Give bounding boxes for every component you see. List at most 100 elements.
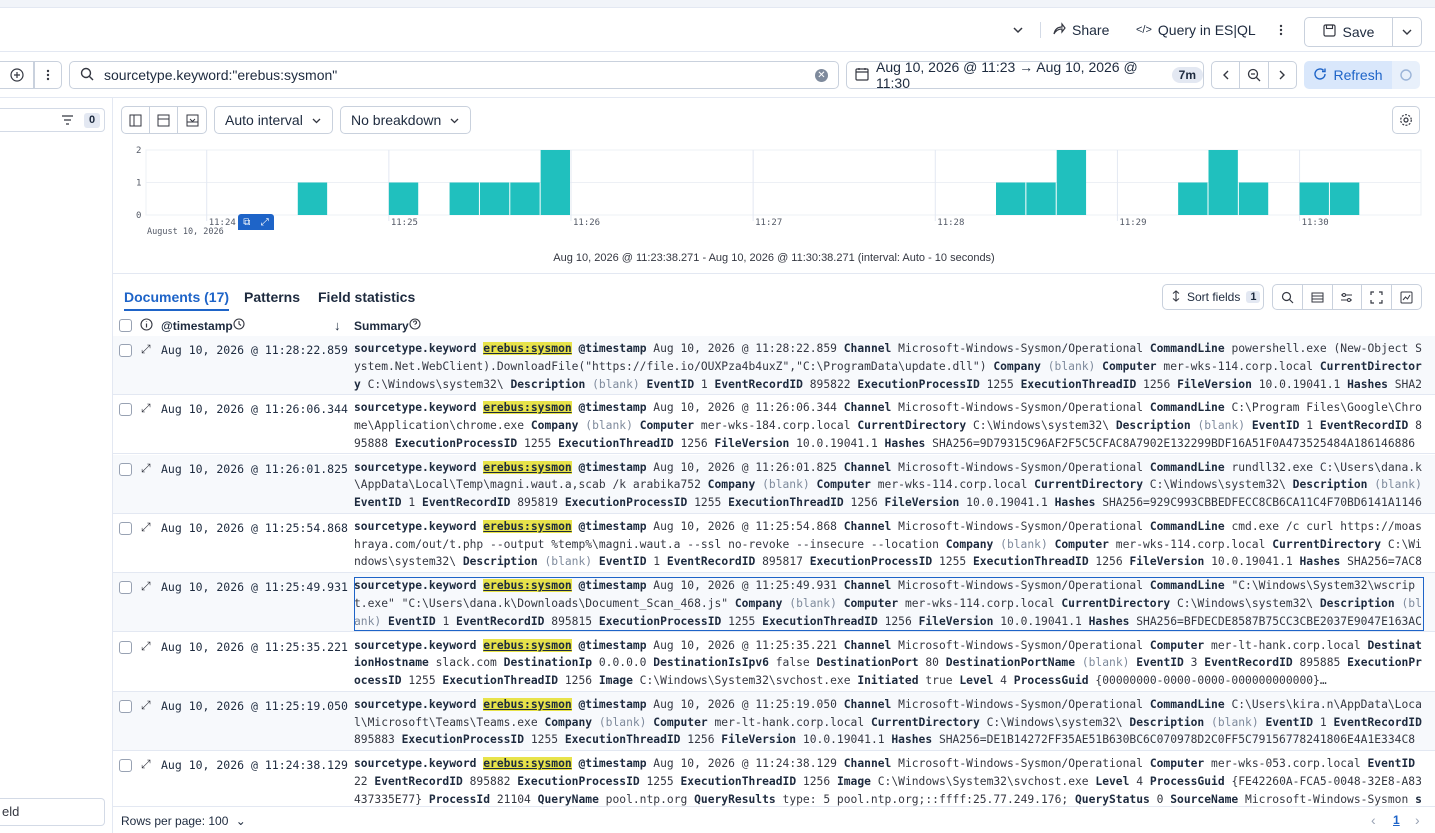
expand-icon[interactable]: ⤢ bbox=[141, 520, 151, 535]
fullscreen-icon[interactable] bbox=[1362, 285, 1393, 309]
save-options-button[interactable] bbox=[1393, 26, 1421, 38]
clear-icon[interactable]: ✕ bbox=[815, 69, 828, 82]
table-row[interactable]: ⤢ Aug 10, 2026 @ 11:26:01.825 sourcetype.k… bbox=[113, 454, 1435, 514]
copy-icon[interactable]: ⧉ bbox=[243, 217, 250, 228]
add-filter-button[interactable] bbox=[0, 61, 34, 89]
x-tick-label: 11:25 bbox=[391, 218, 418, 228]
row-checkbox[interactable] bbox=[119, 581, 132, 595]
tab-documents[interactable]: Documents (17) bbox=[124, 289, 230, 311]
row-summary[interactable]: sourcetype.keyword erebus:sysmon @timest… bbox=[354, 459, 1424, 513]
cell-actions[interactable]: ⧉ ⤢ bbox=[238, 214, 274, 230]
expand-icon[interactable]: ⤢ bbox=[141, 757, 151, 772]
layout-sidebar-icon[interactable] bbox=[122, 107, 150, 133]
row-checkbox[interactable] bbox=[119, 521, 132, 535]
histogram-bar bbox=[996, 182, 1026, 215]
histogram-bar bbox=[1208, 150, 1238, 215]
expand-cell-icon[interactable]: ⤢ bbox=[261, 217, 269, 228]
chart-layout-toolbar bbox=[121, 106, 207, 134]
interval-label: Auto interval bbox=[225, 112, 303, 128]
row-height-icon[interactable] bbox=[1303, 285, 1333, 309]
chevron-down-icon[interactable] bbox=[1011, 18, 1025, 42]
row-summary[interactable]: sourcetype.keyword erebus:sysmon @timest… bbox=[354, 637, 1424, 691]
zoom-out-button[interactable] bbox=[1240, 62, 1269, 88]
chevron-down-icon bbox=[312, 118, 321, 123]
share-label: Share bbox=[1072, 22, 1110, 38]
expand-icon[interactable]: ⤢ bbox=[141, 639, 151, 654]
share-icon bbox=[1052, 21, 1066, 39]
query-esql-button[interactable]: </> Query in ES|QL bbox=[1136, 18, 1256, 42]
row-summary[interactable]: sourcetype.keyword erebus:sysmon @timest… bbox=[354, 577, 1424, 632]
share-button[interactable]: Share bbox=[1052, 18, 1109, 42]
chart-options-button[interactable] bbox=[1392, 106, 1420, 134]
row-checkbox[interactable] bbox=[119, 640, 132, 654]
previous-time-button[interactable] bbox=[1212, 62, 1241, 88]
rows-per-page-select[interactable]: Rows per page: 100 ⌄ bbox=[121, 814, 246, 828]
select-all-checkbox[interactable] bbox=[119, 319, 132, 332]
add-to-dashboard-icon[interactable] bbox=[1392, 285, 1421, 309]
sort-fields-button[interactable]: Sort fields 1 bbox=[1162, 284, 1264, 310]
settings-sliders-icon[interactable] bbox=[1333, 285, 1363, 309]
expand-icon[interactable]: ⤢ bbox=[141, 461, 151, 476]
query-menu-button[interactable] bbox=[34, 61, 62, 89]
refresh-button[interactable]: Refresh bbox=[1304, 61, 1392, 89]
histogram-chart[interactable]: 21011:24 11:25 11:26 11:27 11:28 11:29 11:30Au… bbox=[113, 138, 1435, 288]
interval-select[interactable]: Auto interval bbox=[214, 106, 333, 134]
search-icon bbox=[80, 67, 94, 84]
table-row[interactable]: ⤢ Aug 10, 2026 @ 11:28:22.859 sourcetype.k… bbox=[113, 336, 1435, 395]
search-icon[interactable] bbox=[1273, 285, 1303, 309]
row-checkbox[interactable] bbox=[119, 462, 132, 476]
next-time-button[interactable] bbox=[1269, 62, 1296, 88]
timestamp-column-header[interactable]: @timestamp bbox=[161, 319, 233, 333]
row-checkbox[interactable] bbox=[119, 344, 132, 357]
tab-patterns[interactable]: Patterns bbox=[244, 289, 300, 305]
table-row[interactable]: ⤢ Aug 10, 2026 @ 11:26:06.344 sourcetype.k… bbox=[113, 395, 1435, 455]
date-picker[interactable]: Aug 10, 2026 @ 11:23 → Aug 10, 2026 @ 11… bbox=[846, 59, 1204, 91]
histogram-bar bbox=[449, 182, 479, 215]
row-checkbox[interactable] bbox=[119, 759, 132, 773]
summary-column-header[interactable]: Summary bbox=[354, 319, 409, 333]
histogram-bar bbox=[1026, 182, 1056, 215]
layout-bottom-icon[interactable] bbox=[178, 107, 206, 133]
row-summary[interactable]: sourcetype.keyword erebus:sysmon @timest… bbox=[354, 340, 1424, 394]
top-strip bbox=[0, 0, 1435, 8]
next-page-icon[interactable]: › bbox=[1415, 812, 1420, 828]
filter-icon bbox=[61, 114, 74, 129]
x-tick-label: 11:26 bbox=[573, 218, 600, 228]
more-options-icon[interactable] bbox=[1278, 18, 1284, 42]
row-summary[interactable]: sourcetype.keyword erebus:sysmon @timest… bbox=[354, 696, 1424, 750]
page-number[interactable]: 1 bbox=[1393, 813, 1400, 827]
x-tick-label: 11:29 bbox=[1119, 218, 1146, 228]
row-checkbox[interactable] bbox=[119, 403, 132, 417]
table-row[interactable]: ⤢ Aug 10, 2026 @ 11:24:38.129 sourcetype.k… bbox=[113, 751, 1435, 806]
row-timestamp: Aug 10, 2026 @ 11:25:19.050 bbox=[161, 698, 348, 713]
field-name-input[interactable]: eld bbox=[0, 798, 105, 826]
prev-page-icon[interactable]: ‹ bbox=[1371, 812, 1376, 828]
sort-desc-icon[interactable]: ↓ bbox=[334, 318, 341, 333]
clock-icon bbox=[233, 318, 245, 333]
row-summary[interactable]: sourcetype.keyword erebus:sysmon @timest… bbox=[354, 518, 1424, 572]
table-row[interactable]: ⤢ Aug 10, 2026 @ 11:25:19.050 sourcetype.k… bbox=[113, 691, 1435, 751]
row-summary[interactable]: sourcetype.keyword erebus:sysmon @timest… bbox=[354, 399, 1424, 453]
refresh-label: Refresh bbox=[1333, 67, 1383, 83]
row-timestamp: Aug 10, 2026 @ 11:26:01.825 bbox=[161, 461, 348, 476]
row-checkbox[interactable] bbox=[119, 699, 132, 713]
search-input[interactable]: sourcetype.keyword:"erebus:sysmon" ✕ bbox=[69, 61, 839, 89]
expand-icon[interactable]: ⤢ bbox=[141, 401, 151, 416]
field-filter-button[interactable]: 0 bbox=[0, 108, 105, 132]
table-row[interactable]: ⤢ Aug 10, 2026 @ 11:25:35.221 sourcetype.k… bbox=[113, 633, 1435, 692]
expand-icon[interactable]: ⤢ bbox=[141, 698, 151, 713]
row-summary[interactable]: sourcetype.keyword erebus:sysmon @timest… bbox=[354, 755, 1424, 806]
filter-count: 0 bbox=[84, 113, 100, 128]
expand-icon[interactable]: ⤢ bbox=[141, 342, 151, 357]
table-row[interactable]: ⤢ Aug 10, 2026 @ 11:25:49.931 sourcetype.k… bbox=[113, 573, 1435, 633]
x-axis-sublabel: August 10, 2026 bbox=[147, 227, 224, 237]
info-icon[interactable] bbox=[140, 318, 153, 334]
breakdown-select[interactable]: No breakdown bbox=[340, 106, 472, 134]
save-button[interactable]: Save bbox=[1305, 18, 1393, 46]
tab-field-statistics[interactable]: Field statistics bbox=[318, 289, 415, 305]
time-nav-group bbox=[1211, 61, 1297, 89]
layout-top-icon[interactable] bbox=[150, 107, 178, 133]
table-row[interactable]: ⤢ Aug 10, 2026 @ 11:25:54.868 sourcetype.k… bbox=[113, 514, 1435, 573]
expand-icon[interactable]: ⤢ bbox=[141, 579, 151, 594]
auto-refresh-button[interactable] bbox=[1392, 61, 1420, 89]
